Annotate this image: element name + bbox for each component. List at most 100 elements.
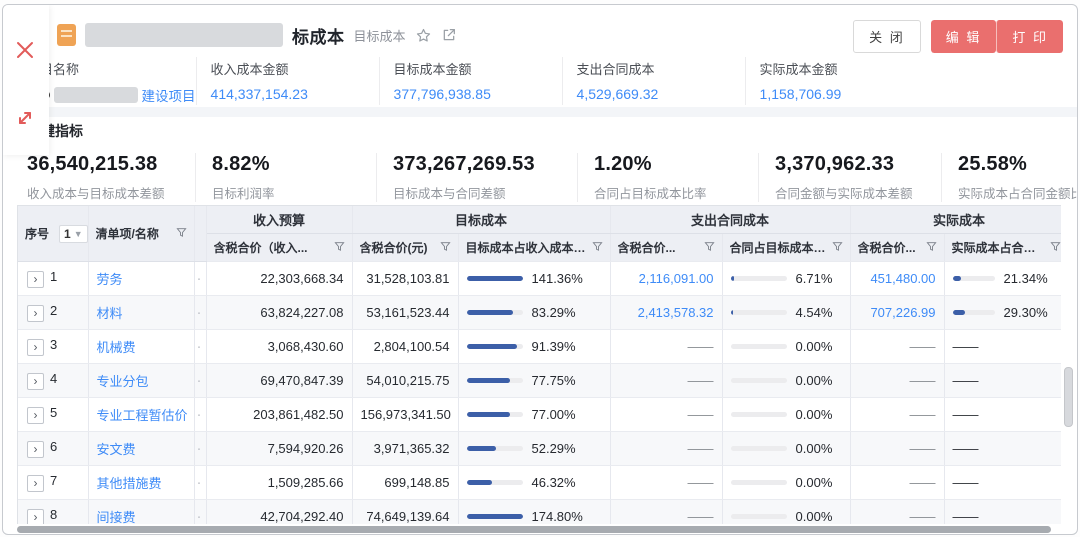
close-button[interactable]: 关 闭 (853, 20, 921, 53)
redacted-title-text (85, 23, 283, 47)
star-favorite-icon[interactable] (415, 27, 432, 44)
item-name-link[interactable]: 间接费 (97, 510, 136, 524)
kpi-section: 关键指标 36,540,215.38 收入成本与目标成本差额 8.82% 目标利… (27, 121, 1069, 202)
amount-cell: 63,824,227.08 (206, 296, 352, 330)
expand-row-icon[interactable]: › (27, 271, 44, 288)
sub-column-header: 含税合价... (610, 234, 722, 262)
ratio-cell: 83.29% (458, 296, 610, 330)
project-name-link[interactable]: 建设项目 (142, 85, 196, 105)
ratio-bar (731, 344, 787, 349)
sub-column-header: 目标成本占收入成本(%) (458, 234, 610, 262)
sub-column-header: 含税合价（收入... (206, 234, 352, 262)
row-seq-cell: ›8 (18, 500, 88, 525)
horizontal-scrollbar[interactable] (17, 526, 1061, 533)
filter-icon[interactable] (176, 227, 187, 241)
expand-row-icon[interactable]: › (27, 441, 44, 458)
filter-icon[interactable] (592, 241, 603, 255)
seq-column-header: 序号 1▼ (18, 206, 88, 262)
table-row: ›4专业分包·69,470,847.3954,010,215.7577.75%—… (18, 364, 1061, 398)
expand-row-icon[interactable]: › (27, 407, 44, 424)
stat-value[interactable]: 377,796,938.85 (394, 86, 562, 102)
row-number: 5 (50, 405, 57, 420)
ratio-cell: 6.71% (722, 262, 850, 296)
kpi-item: 8.82% 目标利润率 (195, 153, 376, 202)
amount-cell: —— (850, 364, 944, 398)
ratio-bar (467, 480, 523, 485)
stat-value[interactable]: 414,337,154.23 (211, 86, 379, 102)
amount-cell: —— (610, 330, 722, 364)
item-name-link[interactable]: 机械费 (97, 340, 136, 355)
vertical-scrollbar[interactable] (1064, 367, 1073, 427)
stub-cell: · (194, 330, 206, 364)
filter-icon[interactable] (832, 241, 843, 255)
amount-link[interactable]: 2,413,578.32 (610, 296, 722, 330)
item-name-link[interactable]: 专业工程暂估价 (97, 408, 188, 423)
item-name-link[interactable]: 安文费 (97, 442, 136, 457)
amount-link[interactable]: 707,226.99 (850, 296, 944, 330)
ratio-cell: —— (944, 364, 1061, 398)
item-name-link[interactable]: 劳务 (97, 272, 123, 287)
ratio-bar (731, 276, 787, 281)
ratio-cell: 0.00% (722, 500, 850, 525)
row-number: 3 (50, 337, 57, 352)
panel-controls (3, 5, 49, 155)
kpi-item: 25.58% 实际成本占合同金额比率 (941, 153, 1078, 202)
amount-cell: —— (850, 432, 944, 466)
close-icon[interactable] (14, 39, 36, 61)
print-button[interactable]: 打 印 (996, 20, 1063, 53)
page-subtitle: 目标成本 (354, 26, 406, 45)
amount-cell: —— (610, 500, 722, 525)
amount-cell: 69,470,847.39 (206, 364, 352, 398)
expand-row-icon[interactable]: › (27, 475, 44, 492)
row-number: 1 (50, 269, 57, 284)
item-name-link[interactable]: 专业分包 (97, 374, 149, 389)
row-number: 4 (50, 371, 57, 386)
ratio-cell: 0.00% (722, 432, 850, 466)
ratio-cell: 46.32% (458, 466, 610, 500)
filter-icon[interactable] (440, 241, 451, 255)
ratio-bar (731, 412, 787, 417)
group-contract-cost: 支出合同成本 (610, 206, 850, 234)
amount-cell: 53,161,523.44 (352, 296, 458, 330)
ratio-bar (731, 480, 787, 485)
table-row: ›8间接费·42,704,292.4074,649,139.64174.80%—… (18, 500, 1061, 525)
expand-row-icon[interactable]: › (27, 509, 44, 524)
seq-level-select[interactable]: 1▼ (59, 225, 88, 243)
amount-cell: —— (610, 432, 722, 466)
row-number: 7 (50, 473, 57, 488)
row-number: 6 (50, 439, 57, 454)
filter-icon[interactable] (704, 241, 715, 255)
row-number: 8 (50, 507, 57, 522)
ratio-cell: 77.00% (458, 398, 610, 432)
amount-link[interactable]: 451,480.00 (850, 262, 944, 296)
edit-button[interactable]: 编 辑 (931, 20, 997, 53)
table-row: ›6安文费·7,594,920.263,971,365.3252.29%——0.… (18, 432, 1061, 466)
filter-icon[interactable] (334, 241, 345, 255)
sub-column-header: 含税合价(元) (352, 234, 458, 262)
expand-row-icon[interactable]: › (27, 339, 44, 356)
open-external-icon[interactable] (441, 27, 457, 43)
ratio-cell: 0.00% (722, 466, 850, 500)
amount-link[interactable]: 2,116,091.00 (610, 262, 722, 296)
expand-row-icon[interactable]: › (27, 305, 44, 322)
ratio-cell: 4.54% (722, 296, 850, 330)
item-name-link[interactable]: 其他措施费 (97, 476, 162, 491)
expand-diagonal-icon[interactable] (14, 107, 36, 129)
document-icon (57, 24, 76, 46)
filter-icon[interactable] (926, 241, 937, 255)
row-seq-cell: ›6 (18, 432, 88, 466)
stat-value[interactable]: 4,529,669.32 (577, 86, 745, 102)
item-name-link[interactable]: 材料 (97, 306, 123, 321)
stub-cell: · (194, 398, 206, 432)
name-column-header: 清单项/名称 (88, 206, 194, 262)
stat-value[interactable]: 1,158,706.99 (760, 86, 928, 102)
expand-row-icon[interactable]: › (27, 373, 44, 390)
project-info-row: 项目名称 360° 建设项目 收入成本金额 414,337,154.23 目标成… (27, 57, 1069, 105)
table-row: ›5专业工程暂估价·203,861,482.50156,973,341.5077… (18, 398, 1061, 432)
amount-cell: 31,528,103.81 (352, 262, 458, 296)
filter-icon[interactable] (1050, 241, 1061, 255)
ratio-bar (467, 378, 523, 383)
cost-table: 序号 1▼ 清单项/名称 (17, 205, 1061, 524)
amount-cell: 74,649,139.64 (352, 500, 458, 525)
row-name-cell: 安文费 (88, 432, 194, 466)
